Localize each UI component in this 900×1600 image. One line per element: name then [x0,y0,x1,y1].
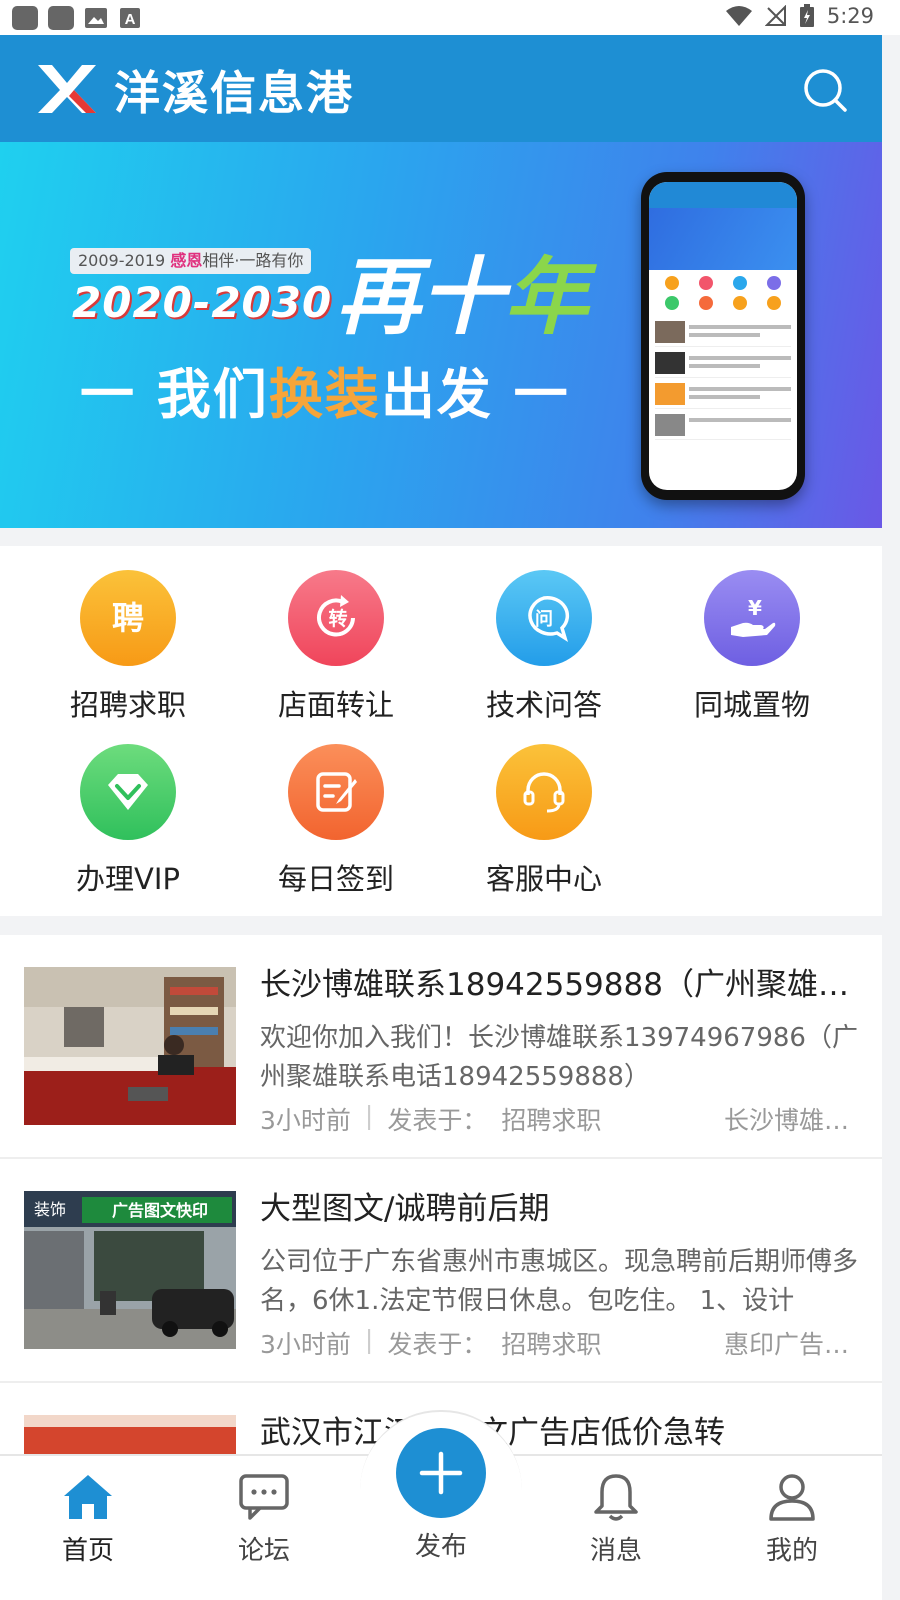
banner-tagline-years: 2009-2019 [78,251,166,270]
banner-ten-years: 再十年 [336,230,588,351]
wifi-icon [725,6,752,26]
post-item[interactable]: 广告图文快印 装饰 大型图文/诚聘前后期 公司位于广东省惠州市惠城区。现急聘前后… [0,1159,882,1383]
svg-text:聘: 聘 [112,599,144,637]
home-icon [64,1475,112,1519]
post-title: 武汉市江汉区图文广告店低价急转 [260,1407,860,1452]
clock: 5:29 [826,4,874,28]
quick-menu: 聘 招聘求职 转 店面转让 问 技术问答 ¥ 同城置物 办理VIP 每日签到 客… [0,546,882,916]
menu-item-daily-checkin[interactable]: 每日签到 [236,744,436,898]
system-icons: 5:29 [725,4,874,28]
menu-item-customer-service[interactable]: 客服中心 [444,744,644,898]
font-icon: A [120,8,140,28]
meta-separator: | [364,1325,374,1354]
banner-tagline-highlight: 感恩 [170,251,203,270]
menu-label: 店面转让 [277,688,394,722]
menu-item-local-goods[interactable]: ¥ 同城置物 [652,570,852,724]
post-feed: 长沙博雄联系18942559888（广州聚雄联系电话） 欢迎你加入我们！长沙博雄… [0,935,882,1455]
tab-forum[interactable]: 论坛 [204,1472,324,1567]
menu-label: 技术问答 [485,688,602,722]
svg-text:广告图文快印: 广告图文快印 [112,1201,208,1220]
post-thumbnail [24,967,236,1125]
menu-item-store-transfer[interactable]: 转 店面转让 [236,570,436,724]
post-time: 3小时前 [260,1106,351,1135]
banner-slogan-a: 一 我们 [80,363,269,426]
publish-button[interactable] [396,1428,486,1518]
image-icon [85,8,107,28]
forum-icon [239,1474,289,1520]
transfer-icon: 转 [288,570,384,666]
banner-years: 2020-2030 [72,278,333,327]
menu-label: 每日签到 [277,862,394,896]
svg-text:转: 转 [328,607,347,630]
app-title: 洋溪信息港 [114,66,354,120]
tab-label: 消息 [589,1536,642,1566]
post-meta: 3小时前 | 发表于： 招聘求职 长沙博雄联系 [260,1101,860,1137]
post-excerpt: 欢迎你加入我们！长沙博雄联系13974967986（广州聚雄联系电话189425… [260,1023,858,1092]
svg-text:A: A [125,11,136,28]
app-header: 洋溪信息港 [0,35,882,142]
tab-home[interactable]: 首页 [28,1472,148,1567]
posted-in-label: 发表于： [387,1106,488,1135]
tab-messages[interactable]: 消息 [556,1472,676,1567]
search-icon[interactable] [802,67,848,113]
banner-slogan-c: 出发 一 [380,363,570,426]
banner-ten-b: 年 [504,248,589,346]
svg-text:问: 问 [535,609,553,630]
post-meta: 3小时前 | 发表于： 招聘求职 惠印广告快印 [260,1325,860,1361]
diamond-icon [80,744,176,840]
post-author: 惠印广告快印 [724,1330,860,1359]
menu-label: 办理VIP [76,862,180,896]
post-category: 招聘求职 [501,1330,602,1359]
app-logo-icon [38,65,96,113]
no-signal-icon [764,5,786,26]
app-notification-icon [12,6,38,30]
recruit-icon: 聘 [80,570,176,666]
post-category: 招聘求职 [501,1106,602,1135]
post-time: 3小时前 [260,1330,351,1359]
post-item[interactable]: 长沙博雄联系18942559888（广州聚雄联系电话） 欢迎你加入我们！长沙博雄… [0,935,882,1159]
menu-item-vip[interactable]: 办理VIP [28,744,228,898]
bell-icon [594,1474,638,1521]
app-notification-icon [48,6,74,30]
menu-item-tech-qa[interactable]: 问 技术问答 [444,570,644,724]
promo-banner[interactable]: 2009-2019 感恩相伴·一路有你 2020-2030 再十年 一 我们换装… [0,142,882,528]
tab-mine[interactable]: 我的 [732,1472,852,1567]
notification-icons: A [12,6,142,30]
status-bar: A 5:29 [0,0,900,35]
phone-screen [649,182,797,490]
headset-icon [496,744,592,840]
qa-icon: 问 [496,570,592,666]
post-title: 大型图文/诚聘前后期 [260,1191,550,1227]
post-thumbnail: 广告图文快印 装饰 [24,1191,236,1349]
meta-separator: | [364,1101,374,1130]
menu-item-recruit[interactable]: 聘 招聘求职 [28,570,228,724]
plus-icon [419,1451,463,1495]
menu-label: 客服中心 [485,862,602,896]
banner-slogan-b: 换装 [268,363,381,426]
yuan-hand-icon: ¥ [704,570,800,666]
banner-ten-a: 再十 [336,248,505,346]
banner-slogan: 一 我们换装出发 一 [80,350,570,429]
menu-label: 招聘求职 [69,688,186,722]
post-title: 长沙博雄联系18942559888（广州聚雄联系电话） [260,967,860,1003]
svg-text:¥: ¥ [748,596,762,620]
battery-icon [799,4,814,27]
banner-tagline: 2009-2019 感恩相伴·一路有你 [70,248,312,274]
publish-label: 发布 [414,1532,467,1562]
post-author: 长沙博雄联系 [724,1106,860,1135]
user-icon [769,1474,815,1521]
sign-in-icon [288,744,384,840]
tab-label: 论坛 [237,1536,290,1566]
tab-label: 我的 [765,1536,818,1566]
svg-text:装饰: 装饰 [34,1200,66,1219]
banner-tagline-rest: 相伴·一路有你 [202,251,304,270]
menu-label: 同城置物 [693,688,810,722]
post-excerpt: 公司位于广东省惠州市惠城区。现急聘前后期师傅多名，6休1.法定节假日休息。包吃住… [260,1247,859,1316]
post-thumbnail [24,1415,236,1455]
posted-in-label: 发表于： [387,1330,488,1359]
bottom-tab-bar: 首页 论坛 发布 消息 我的 [0,1410,882,1600]
phone-mockup [641,172,805,500]
tab-label: 首页 [61,1536,114,1566]
